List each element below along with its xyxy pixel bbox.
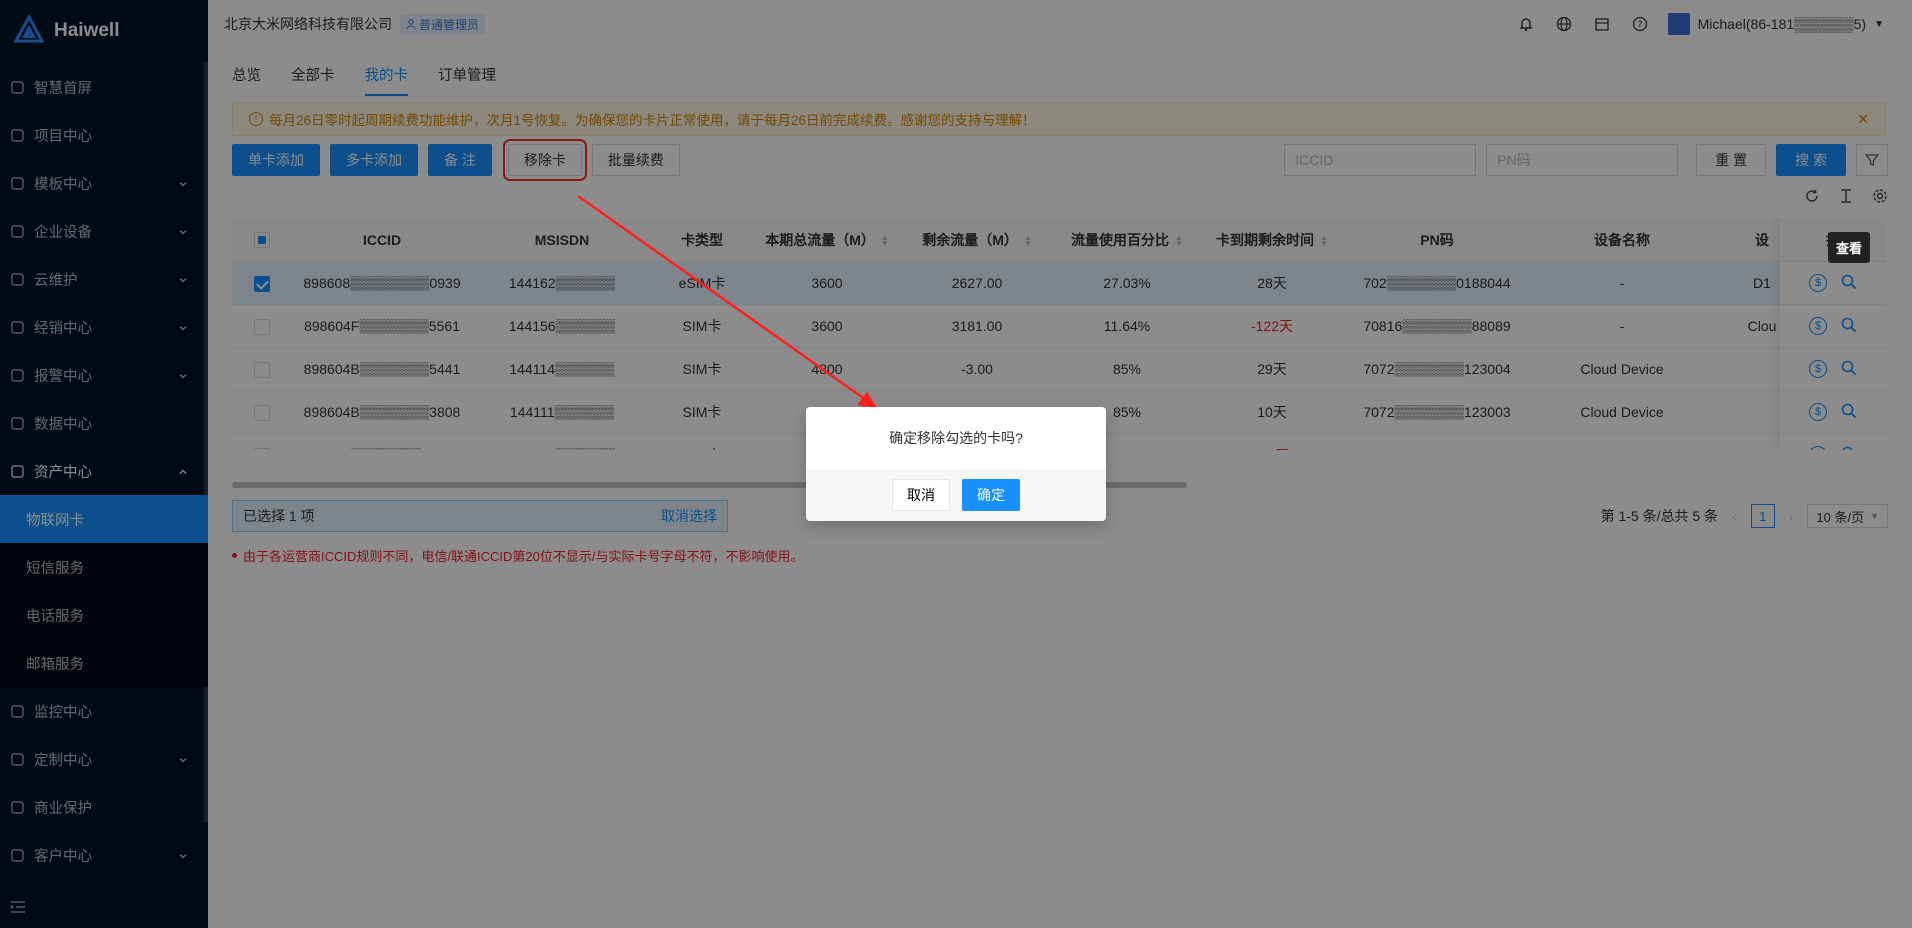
dialog-message: 确定移除勾选的卡吗?: [889, 430, 1023, 446]
dialog-footer: 取消 确定: [806, 469, 1106, 521]
view-tooltip: 查看: [1828, 232, 1871, 263]
confirm-dialog: 确定移除勾选的卡吗? 取消 确定: [806, 407, 1106, 521]
dialog-confirm-button[interactable]: 确定: [962, 479, 1020, 511]
dialog-cancel-button[interactable]: 取消: [892, 479, 950, 511]
